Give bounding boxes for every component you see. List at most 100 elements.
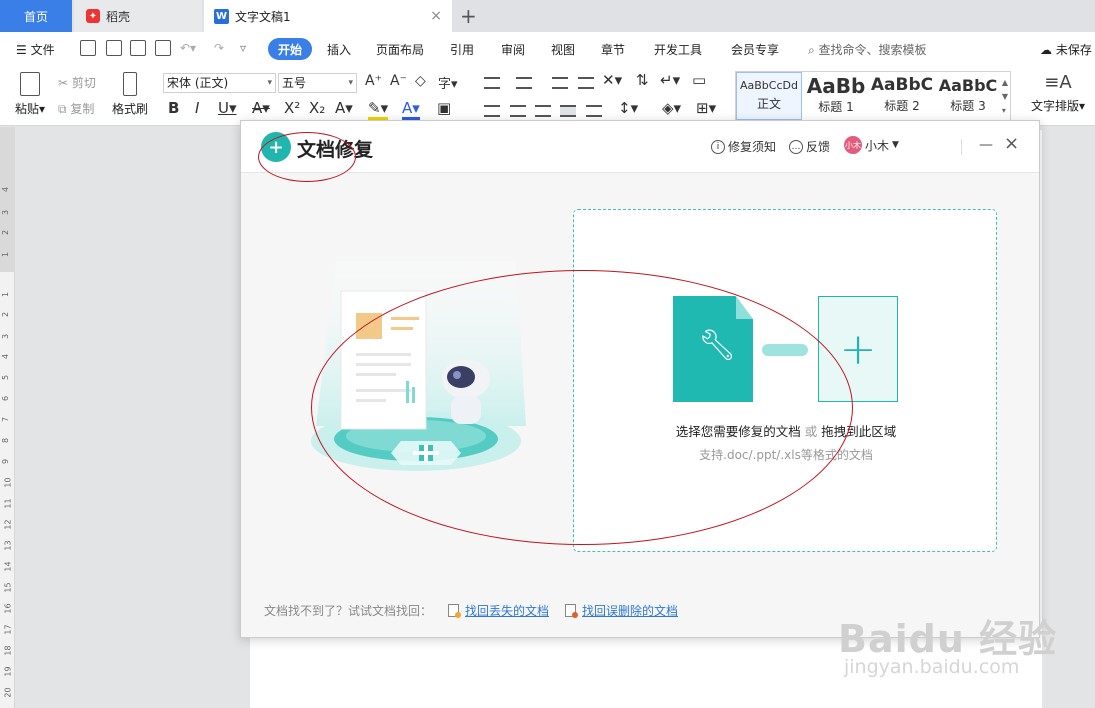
copy-button[interactable]: ⧉ 复制 bbox=[58, 100, 94, 117]
ruler-number: 17 bbox=[3, 624, 13, 635]
menu-view[interactable]: 视图 bbox=[551, 41, 575, 58]
menu-start[interactable]: 开始 bbox=[268, 38, 312, 60]
dialog-footer: 文档找不到了？试试文档找回： 找回丢失的文档 找回误删除的文档 bbox=[264, 602, 678, 619]
menu-insert[interactable]: 插入 bbox=[327, 41, 351, 58]
style-heading-3[interactable]: AaBbC 标题 3 bbox=[935, 72, 1001, 120]
numbered-list-icon[interactable] bbox=[516, 77, 532, 89]
dialog-header: + 文档修复 i 修复须知 … 反馈 小木 小木 ▼ — × bbox=[241, 121, 1039, 173]
paste-button[interactable]: 粘贴▾ bbox=[12, 72, 48, 117]
increase-indent-icon[interactable] bbox=[578, 77, 594, 89]
ruler-number: 2 bbox=[1, 311, 11, 318]
shading-icon[interactable]: ◈▾ bbox=[662, 99, 681, 117]
redo-icon[interactable]: ↷ bbox=[214, 41, 224, 55]
shrink-font-icon[interactable]: A⁻ bbox=[390, 73, 407, 89]
superscript-icon[interactable]: X² bbox=[284, 99, 300, 117]
close-button[interactable]: × bbox=[1004, 133, 1019, 154]
underline-icon[interactable]: U▾ bbox=[218, 99, 237, 117]
cut-button[interactable]: ✂ 剪切 bbox=[58, 74, 96, 91]
bullet-list-icon[interactable] bbox=[484, 77, 500, 89]
clear-format-icon[interactable]: ◇ bbox=[415, 73, 426, 89]
quick-access-more-icon[interactable]: ▿ bbox=[240, 41, 246, 55]
menu-references[interactable]: 引用 bbox=[450, 41, 474, 58]
tab-close-icon[interactable]: × bbox=[430, 8, 442, 24]
font-family-select[interactable]: 宋体 (正文) ▾ bbox=[163, 73, 276, 93]
font-size-select[interactable]: 五号 ▾ bbox=[278, 73, 357, 93]
minimize-button[interactable]: — bbox=[979, 137, 993, 153]
tab-home[interactable]: 首页 bbox=[0, 0, 72, 32]
styles-scroll-icon[interactable]: ▲ ▼ ▾ bbox=[1002, 76, 1008, 118]
annotation-ellipse-content bbox=[311, 270, 853, 545]
show-marks-icon[interactable]: ↵▾ bbox=[660, 71, 680, 89]
undo-icon[interactable]: ↶▾ bbox=[180, 41, 196, 55]
ruler-number: 3 bbox=[1, 209, 11, 216]
phonetic-guide-icon[interactable]: 字▾ bbox=[438, 73, 458, 92]
chinese-layout-icon[interactable]: ✕▾ bbox=[602, 71, 622, 89]
deleted-document-icon bbox=[565, 604, 579, 618]
file-menu[interactable]: ☰ 文件 bbox=[16, 41, 55, 58]
recover-deleted-link[interactable]: 找回误删除的文档 bbox=[582, 602, 678, 619]
bold-icon[interactable]: B bbox=[168, 99, 179, 117]
ruler-number: 1 bbox=[1, 251, 11, 258]
vertical-ruler[interactable]: 4 3 2 1 1 2 3 4 5 6 7 8 9 10 11 12 13 14 15 16 17 18 19 20 bbox=[0, 127, 15, 708]
tab-document[interactable]: W 文字文稿1 × bbox=[204, 0, 452, 32]
menu-developer[interactable]: 开发工具 bbox=[654, 41, 702, 58]
style-heading-1-sample: AaBb bbox=[806, 74, 866, 98]
text-layout-button[interactable]: ≡A 文字排版▾ bbox=[1026, 72, 1090, 114]
sort-icon[interactable]: ⇅ bbox=[636, 71, 649, 89]
highlight-icon[interactable]: ✎▾ bbox=[368, 99, 389, 120]
export-pdf-icon[interactable] bbox=[106, 40, 122, 56]
tab-stops-icon[interactable]: ▭ bbox=[692, 71, 706, 89]
save-icon[interactable] bbox=[80, 40, 96, 56]
menu-review[interactable]: 审阅 bbox=[501, 41, 525, 58]
user-menu[interactable]: 小木 小木 ▼ bbox=[844, 136, 899, 154]
justify-icon[interactable] bbox=[560, 105, 576, 117]
borders-icon[interactable]: ⊞▾ bbox=[696, 99, 716, 117]
cut-label: 剪切 bbox=[71, 76, 96, 90]
lost-document-icon bbox=[448, 604, 462, 618]
user-name: 小木 bbox=[865, 138, 890, 153]
char-border-icon[interactable]: ▣ bbox=[437, 99, 451, 117]
ribbon: 粘贴▾ ✂ 剪切 ⧉ 复制 格式刷 宋体 (正文) ▾ 五号 ▾ A⁺ A⁻ ◇ 字… bbox=[0, 66, 1095, 126]
subscript-icon[interactable]: X₂ bbox=[309, 99, 325, 117]
style-heading-2[interactable]: AaBbC 标题 2 bbox=[869, 72, 935, 120]
repair-notice-button[interactable]: i 修复须知 bbox=[711, 138, 776, 155]
style-normal-label: 正文 bbox=[756, 97, 781, 111]
print-preview-icon[interactable] bbox=[155, 40, 171, 56]
cloud-status[interactable]: ☁ 未保存 bbox=[1040, 41, 1092, 58]
line-spacing-icon[interactable]: ↕▾ bbox=[618, 99, 638, 117]
italic-icon[interactable]: I bbox=[195, 99, 199, 117]
menu-member[interactable]: 会员专享 bbox=[731, 41, 779, 58]
strikethrough-icon[interactable]: A▾ bbox=[252, 99, 270, 117]
font-color-icon[interactable]: A▾ bbox=[402, 99, 420, 120]
align-right-icon[interactable] bbox=[535, 105, 551, 117]
command-search[interactable]: ⌕ 查找命令、搜索模板 bbox=[808, 41, 927, 58]
ruler-number: 1 bbox=[1, 291, 11, 298]
menu-bar: ☰ 文件 ↶▾ ↷ ▿ 开始 插入 页面布局 引用 审阅 视图 章节 开发工具 … bbox=[0, 32, 1095, 66]
style-normal[interactable]: AaBbCcDd 正文 bbox=[736, 72, 802, 120]
style-heading-2-label: 标题 2 bbox=[884, 99, 920, 113]
recover-lost-link[interactable]: 找回丢失的文档 bbox=[465, 602, 549, 619]
menu-page-layout[interactable]: 页面布局 bbox=[376, 41, 424, 58]
ruler-number: 18 bbox=[3, 645, 13, 656]
new-tab-button[interactable]: + bbox=[460, 4, 477, 28]
baidu-watermark: Baidu 经验 jingyan.baidu.com bbox=[838, 588, 1088, 688]
grow-font-icon[interactable]: A⁺ bbox=[365, 73, 382, 89]
style-heading-2-sample: AaBbC bbox=[870, 75, 934, 95]
menu-chapter[interactable]: 章节 bbox=[601, 41, 625, 58]
style-heading-1[interactable]: AaBb 标题 1 bbox=[803, 72, 869, 120]
align-center-icon[interactable] bbox=[510, 105, 526, 117]
feedback-button[interactable]: … 反馈 bbox=[789, 138, 830, 155]
format-painter-button[interactable]: 格式刷 bbox=[110, 72, 150, 117]
decrease-indent-icon[interactable] bbox=[552, 77, 568, 89]
align-left-icon[interactable] bbox=[484, 105, 500, 117]
text-layout-label: 文字排版 bbox=[1030, 99, 1079, 113]
ruler-margin-area bbox=[0, 127, 15, 272]
text-effect-icon[interactable]: A▾ bbox=[335, 99, 353, 117]
text-layout-icon: ≡A bbox=[1044, 72, 1072, 93]
style-heading-3-sample: AaBbC bbox=[938, 76, 998, 95]
print-icon[interactable] bbox=[130, 40, 146, 56]
distributed-align-icon[interactable] bbox=[586, 105, 602, 117]
tab-daoke[interactable]: ✦ 稻壳 bbox=[74, 0, 202, 32]
file-menu-label: 文件 bbox=[30, 43, 55, 57]
paste-icon bbox=[20, 72, 40, 96]
